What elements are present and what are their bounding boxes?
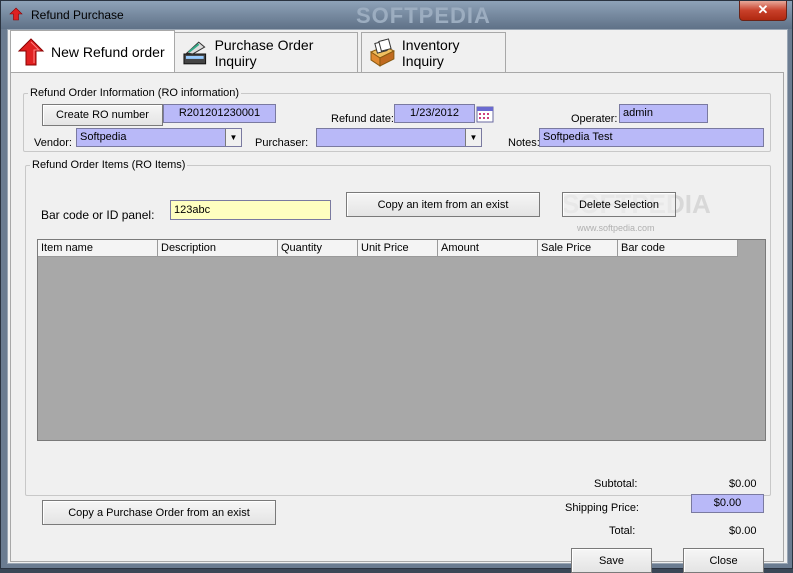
refund-date-field[interactable]: 1/23/2012	[394, 104, 475, 123]
barcode-input[interactable]: 123abc	[170, 200, 331, 220]
close-window-button[interactable]: ✕	[739, 1, 787, 21]
tab-purchase-order-inquiry[interactable]: Purchase Order Inquiry	[174, 32, 358, 73]
client-area: New Refund order Purchase Order Inquiry …	[7, 29, 788, 573]
refund-date-label: Refund date:	[331, 113, 394, 125]
purchaser-select[interactable]: ▼	[316, 128, 482, 147]
total-value: $0.00	[729, 525, 757, 537]
shipping-price-label: Shipping Price:	[565, 502, 639, 514]
column-header[interactable]: Amount	[438, 240, 538, 257]
tab-panel: Refund Order Information (RO information…	[10, 72, 784, 573]
tab-label: Purchase Order Inquiry	[214, 37, 314, 69]
tab-new-refund-order[interactable]: New Refund order	[10, 30, 175, 73]
subtotal-value: $0.00	[729, 478, 757, 490]
column-header[interactable]: Unit Price	[358, 240, 438, 257]
ro-items-legend: Refund Order Items (RO Items)	[32, 159, 186, 171]
vendor-value: Softpedia	[80, 131, 127, 143]
copy-item-button[interactable]: Copy an item from an exist	[346, 192, 540, 217]
scanner-icon	[183, 41, 207, 65]
column-header[interactable]: Item name	[38, 240, 158, 257]
create-ro-number-button[interactable]: Create RO number	[42, 104, 163, 126]
ro-items-grid[interactable]: Item name Description Quantity Unit Pric…	[37, 239, 766, 441]
grid-header: Item name Description Quantity Unit Pric…	[38, 240, 738, 257]
delete-selection-button[interactable]: Delete Selection	[562, 192, 676, 217]
column-header[interactable]: Description	[158, 240, 278, 257]
calendar-icon[interactable]	[476, 105, 494, 123]
refund-arrow-icon	[9, 7, 23, 21]
column-header[interactable]: Bar code	[618, 240, 738, 257]
column-header[interactable]: Quantity	[278, 240, 358, 257]
up-arrow-icon	[17, 38, 45, 66]
barcode-label: Bar code or ID panel:	[41, 208, 155, 222]
vendor-label: Vendor:	[34, 137, 72, 149]
refund-purchase-window: Refund Purchase SOFTPEDIA ✕ New Refund o…	[0, 0, 793, 573]
tab-label: New Refund order	[51, 44, 165, 60]
operator-field[interactable]: admin	[619, 104, 708, 123]
purchaser-label: Purchaser:	[255, 137, 309, 149]
card-file-box-icon	[369, 38, 395, 67]
window-title: Refund Purchase	[31, 8, 124, 22]
chevron-down-icon[interactable]: ▼	[225, 129, 241, 146]
watermark-title: SOFTPEDIA	[356, 3, 491, 28]
ro-information-legend: Refund Order Information (RO information…	[30, 87, 240, 99]
operator-label: Operater:	[571, 113, 618, 125]
column-header[interactable]: Sale Price	[538, 240, 618, 257]
copy-purchase-order-button[interactable]: Copy a Purchase Order from an exist	[42, 500, 276, 525]
notes-label: Notes:	[508, 137, 540, 149]
ro-number-field[interactable]: R201201230001	[163, 104, 276, 123]
tab-inventory-inquiry[interactable]: Inventory Inquiry	[361, 32, 506, 73]
subtotal-label: Subtotal:	[594, 478, 638, 490]
chevron-down-icon[interactable]: ▼	[465, 129, 481, 146]
vendor-select[interactable]: Softpedia ▼	[76, 128, 242, 147]
total-label: Total:	[609, 525, 636, 537]
shipping-price-field[interactable]: $0.00	[691, 494, 764, 513]
title-bar[interactable]: Refund Purchase SOFTPEDIA ✕	[1, 1, 792, 29]
notes-field[interactable]: Softpedia Test	[539, 128, 764, 147]
save-button[interactable]: Save	[571, 548, 652, 573]
watermark-url: www.softpedia.com	[577, 223, 655, 233]
close-button[interactable]: Close	[683, 548, 764, 573]
tab-label: Inventory Inquiry	[401, 37, 460, 69]
